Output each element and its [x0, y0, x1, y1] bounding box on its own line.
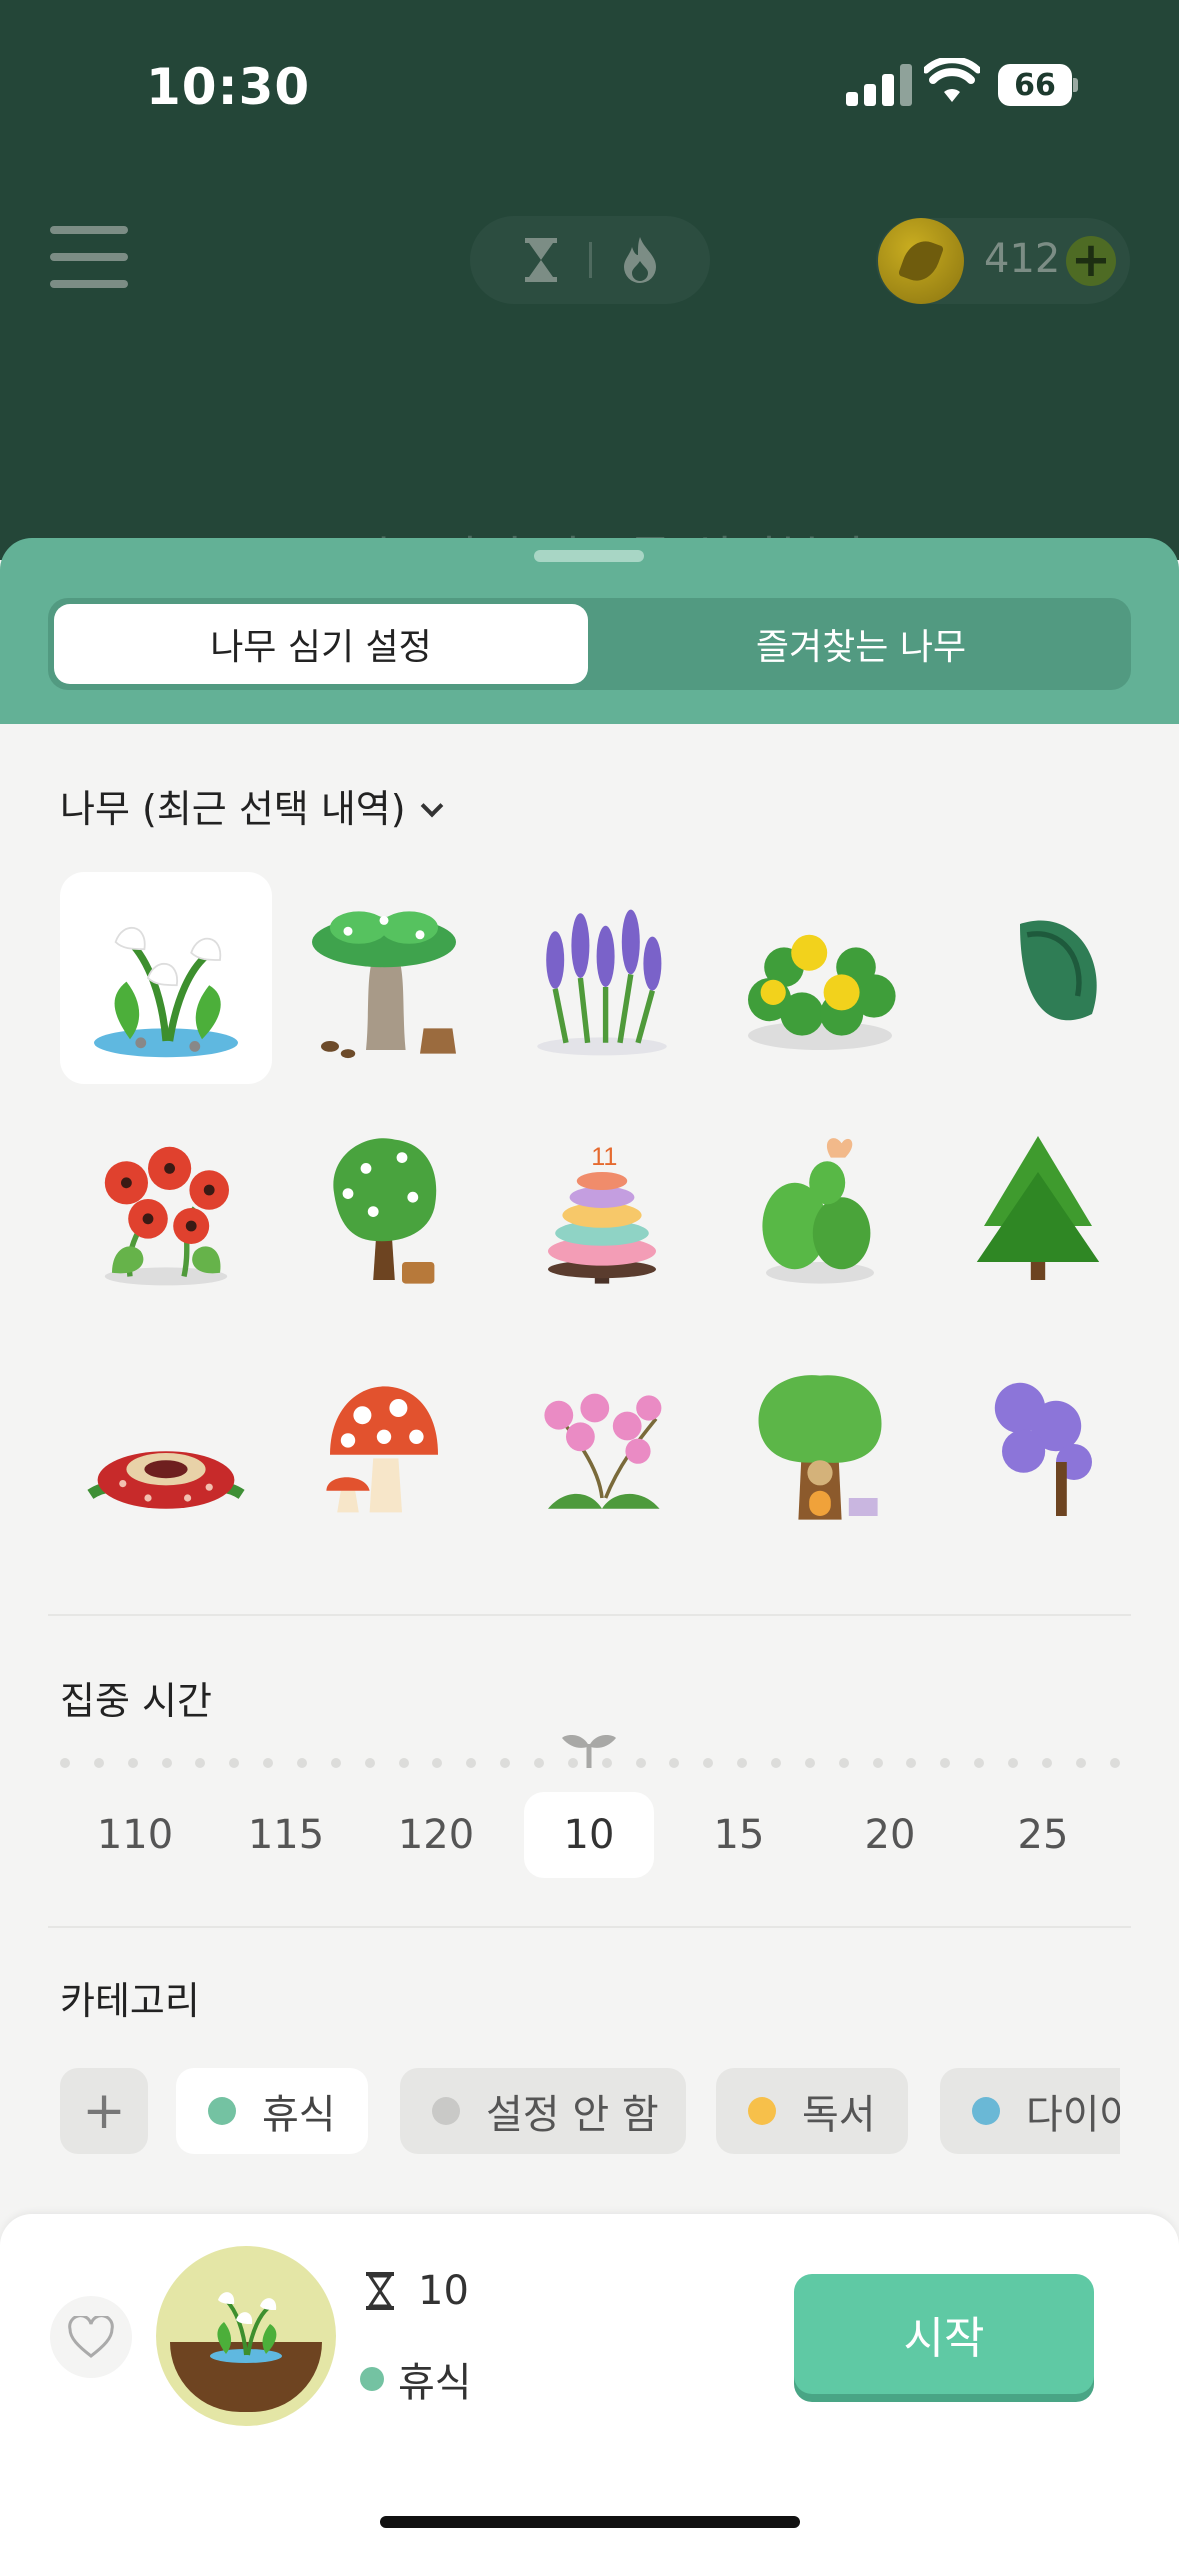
home-indicator[interactable] [380, 2516, 800, 2528]
tree-calla-lily[interactable] [60, 872, 272, 1084]
main-screen-header: 10:30 66 412 + 오늘 어떤 나무를 심어볼까요? [0, 0, 1179, 585]
tree-pine[interactable] [932, 1102, 1120, 1314]
favorite-button[interactable] [50, 2296, 132, 2378]
tree-section-title: 나무 (최근 선택 내역) [60, 787, 406, 831]
tab-plant-settings[interactable]: 나무 심기 설정 [54, 604, 588, 684]
summary-category: 휴식 [360, 2350, 472, 2408]
time-option-15[interactable]: 15 [674, 1792, 804, 1878]
svg-text:11: 11 [591, 1143, 617, 1171]
time-option-115[interactable]: 115 [221, 1792, 351, 1878]
add-coins-button[interactable]: + [1066, 236, 1116, 286]
add-category-button[interactable]: + [60, 2068, 148, 2154]
category-chip-label: 설정 안 함 [486, 2092, 659, 2138]
category-color-dot [748, 2097, 776, 2125]
heart-icon [68, 2316, 114, 2358]
category-color-dot [208, 2097, 236, 2125]
status-time: 10:30 [146, 58, 311, 116]
timer-mode-toggle[interactable] [470, 216, 710, 304]
category-list: 휴식 설정 안 함 독서 다이어트 [176, 2068, 1120, 2154]
category-title: 카테고리 [60, 1979, 200, 2023]
focus-time-title: 집중 시간 [60, 1679, 212, 1723]
divider [48, 1614, 1131, 1616]
sheet-grabber[interactable] [534, 550, 644, 562]
tree-mushroom[interactable] [278, 1338, 490, 1550]
tree-orchid[interactable] [496, 1338, 708, 1550]
time-option-20[interactable]: 20 [825, 1792, 955, 1878]
category-chip-reading[interactable]: 독서 [716, 2068, 908, 2154]
tree-monstera[interactable] [932, 872, 1120, 1084]
battery-level: 66 [998, 64, 1072, 106]
coin-count: 412 [984, 236, 1061, 282]
time-option-120[interactable]: 120 [371, 1792, 501, 1878]
flame-icon [623, 237, 656, 283]
hourglass-icon [524, 238, 557, 282]
tree-macaron-tower[interactable]: 11 [496, 1102, 708, 1314]
category-chip-label: 독서 [802, 2092, 876, 2138]
category-color-dot [432, 2097, 460, 2125]
divider [48, 1926, 1131, 1928]
summary-category-label: 휴식 [398, 2360, 472, 2406]
tree-baobab[interactable] [278, 872, 490, 1084]
tree-clover[interactable] [714, 872, 926, 1084]
category-chip-rest[interactable]: 휴식 [176, 2068, 368, 2154]
category-chip-label: 휴식 [262, 2092, 336, 2138]
battery-indicator: 66 [998, 64, 1078, 106]
menu-button[interactable] [50, 226, 128, 288]
time-option-25[interactable]: 25 [978, 1792, 1108, 1878]
coin-balance[interactable]: 412 + [876, 218, 1130, 304]
category-color-dot [972, 2097, 1000, 2125]
tree-rafflesia[interactable] [60, 1338, 272, 1550]
tree-blossom-tree[interactable] [278, 1102, 490, 1314]
coin-icon [878, 218, 964, 304]
tree-cactus[interactable] [714, 1102, 926, 1314]
tree-treehouse[interactable] [714, 1338, 926, 1550]
summary-time-value: 10 [418, 2268, 469, 2314]
time-option-110[interactable]: 110 [70, 1792, 200, 1878]
sprout-indicator-icon [562, 1735, 616, 1768]
tree-lavender[interactable] [496, 872, 708, 1084]
time-option-10[interactable]: 10 [524, 1792, 654, 1878]
tree-wisteria[interactable] [932, 1338, 1120, 1550]
chevron-down-icon [420, 794, 443, 818]
start-button[interactable]: 시작 [794, 2274, 1094, 2394]
category-chip-diet[interactable]: 다이어트 [940, 2068, 1120, 2154]
selected-tree-preview [156, 2246, 336, 2426]
sheet-tabs: 나무 심기 설정 즐겨찾는 나무 [48, 598, 1131, 690]
category-chip-label: 다이어트 [1026, 2092, 1120, 2138]
tree-poppy[interactable] [60, 1102, 272, 1314]
tab-favorite-trees[interactable]: 즐겨찾는 나무 [596, 604, 1126, 684]
tree-grid: 11 [60, 872, 1120, 1552]
tree-section-header[interactable]: 나무 (최근 선택 내역) [60, 778, 443, 833]
category-chip-none[interactable]: 설정 안 함 [400, 2068, 686, 2154]
wifi-icon [924, 58, 980, 102]
hourglass-icon [366, 2272, 394, 2310]
category-color-dot [360, 2367, 384, 2391]
cellular-signal-icon [846, 64, 912, 106]
summary-time: 10 [366, 2268, 469, 2314]
